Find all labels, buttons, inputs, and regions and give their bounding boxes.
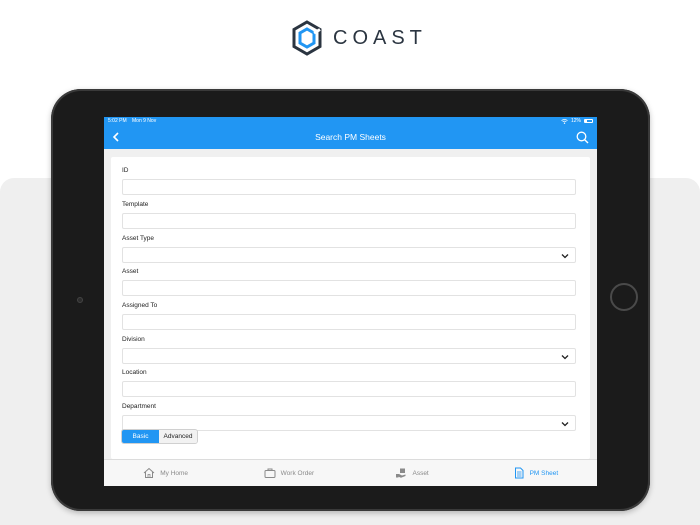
advanced-mode-button[interactable]: Advanced — [159, 430, 197, 443]
tab-asset[interactable]: Asset — [351, 460, 474, 486]
brand-name: COAST — [333, 26, 427, 49]
field-label: Location — [122, 369, 147, 376]
tab-pm-sheet[interactable]: PM Sheet — [474, 460, 597, 486]
search-button[interactable] — [575, 130, 589, 144]
location-input[interactable] — [122, 381, 576, 397]
field-label: Department — [122, 403, 156, 410]
hand-box-icon — [396, 468, 406, 478]
chevron-down-icon — [561, 355, 569, 360]
chevron-left-icon — [112, 132, 119, 142]
id-input[interactable] — [122, 179, 576, 195]
asset-type-select[interactable] — [122, 247, 576, 263]
tab-my-home[interactable]: My Home — [104, 460, 227, 486]
tab-label: Work Order — [280, 469, 315, 477]
status-time: 5:02 PM — [108, 118, 127, 124]
field-department: Department — [122, 402, 579, 431]
tab-bar: My Home Work Order Asset PM Sheet — [104, 459, 597, 486]
coast-logo-icon — [292, 20, 322, 56]
field-label: ID — [122, 167, 129, 174]
field-assigned-to: Assigned To — [122, 301, 579, 330]
field-asset-type: Asset Type — [122, 234, 579, 263]
field-template: Template — [122, 200, 579, 229]
field-label: Division — [122, 336, 145, 343]
briefcase-icon — [264, 468, 276, 478]
field-label: Asset Type — [122, 235, 155, 242]
back-button[interactable] — [110, 131, 122, 143]
tab-label: My Home — [160, 469, 189, 477]
field-location: Location — [122, 368, 579, 397]
division-select[interactable] — [122, 348, 576, 364]
status-date: Mon 9 Nov — [132, 118, 157, 124]
battery-percent: 12% — [570, 118, 581, 124]
tab-label: PM Sheet — [529, 469, 559, 477]
basic-mode-button[interactable]: Basic — [122, 430, 159, 443]
wifi-icon — [561, 118, 568, 124]
field-division: Division — [122, 335, 579, 364]
nav-bar: Search PM Sheets — [104, 125, 597, 149]
app-screen: 5:02 PM Mon 9 Nov 12% Search PM Sheets I… — [104, 117, 597, 486]
document-icon — [514, 467, 524, 479]
chevron-down-icon — [561, 254, 569, 259]
search-mode-toggle: Basic Advanced — [121, 429, 198, 444]
field-label: Assigned To — [122, 302, 158, 309]
page: COAST 5:02 PM Mon 9 Nov 12% Search PM Sh… — [0, 0, 700, 525]
field-label: Template — [122, 201, 149, 208]
search-form: ID Template Asset Type Asset Assigned To — [111, 157, 590, 459]
brand-logo: COAST — [289, 20, 427, 56]
search-icon — [576, 131, 588, 143]
camera-icon — [77, 297, 83, 303]
field-id: ID — [122, 166, 579, 195]
status-bar: 5:02 PM Mon 9 Nov 12% — [104, 117, 597, 125]
asset-input[interactable] — [122, 280, 576, 296]
battery-icon — [584, 119, 593, 123]
page-title: Search PM Sheets — [315, 132, 386, 142]
home-button[interactable] — [610, 283, 638, 311]
field-asset: Asset — [122, 267, 579, 296]
assigned-to-input[interactable] — [122, 314, 576, 330]
template-input[interactable] — [122, 213, 576, 229]
tab-work-order[interactable]: Work Order — [227, 460, 350, 486]
tab-label: Asset — [412, 469, 429, 477]
field-label: Asset — [122, 268, 139, 275]
home-icon — [143, 467, 155, 478]
chevron-down-icon — [561, 422, 569, 427]
